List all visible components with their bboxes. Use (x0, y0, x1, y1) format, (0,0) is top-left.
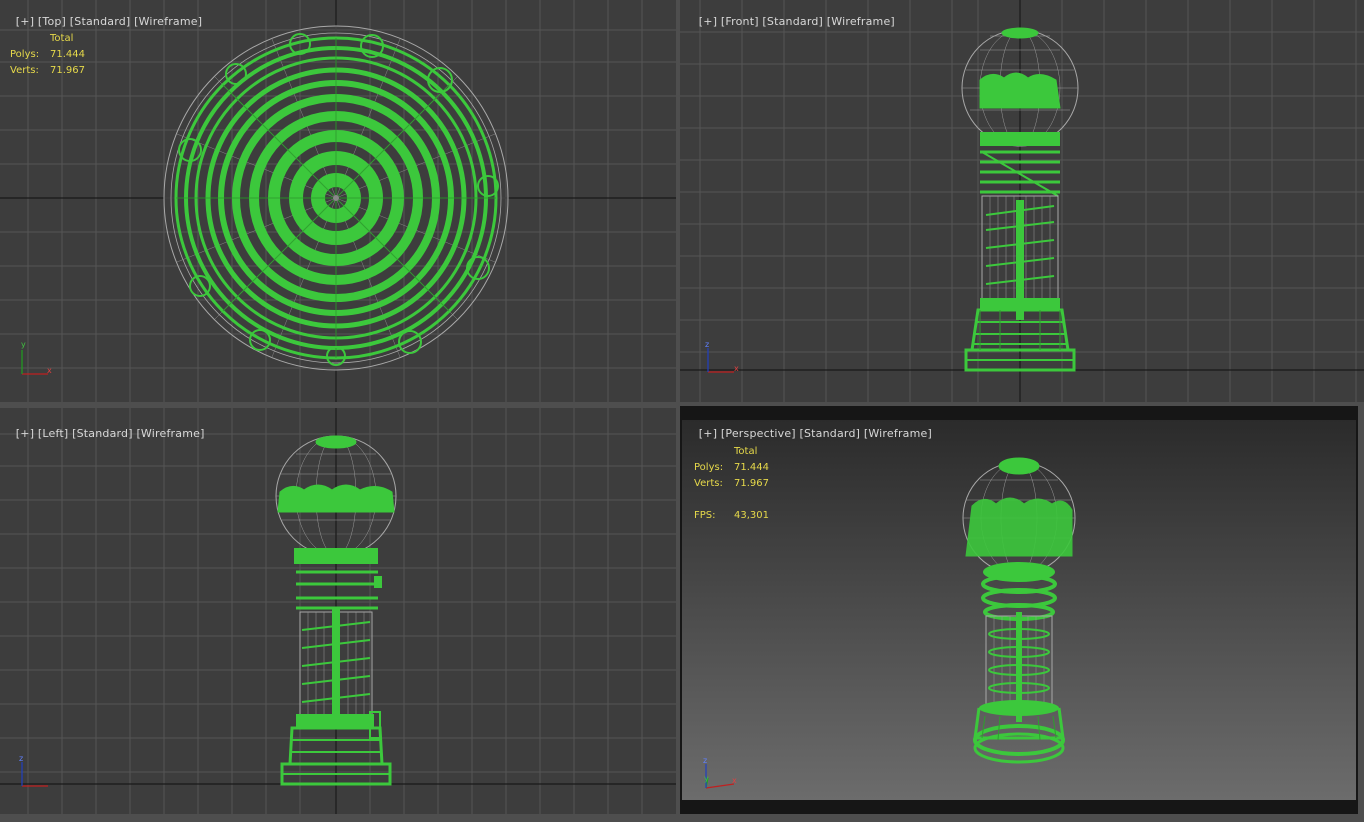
view-type-menu[interactable]: [Front] (721, 15, 759, 28)
display-mode-menu[interactable]: [Wireframe] (136, 427, 204, 440)
verts-value: 71.967 (734, 478, 769, 489)
shading-menu[interactable]: [Standard] (70, 15, 131, 28)
shading-menu[interactable]: [Standard] (762, 15, 823, 28)
viewport-menu-button[interactable]: [+] (16, 15, 34, 28)
stats-header-row: Total (10, 31, 85, 47)
model-top-wireframe[interactable] (163, 25, 509, 371)
viewport-menu-button[interactable]: [+] (16, 427, 34, 440)
viewport-front-canvas[interactable] (680, 0, 1364, 402)
polys-label: Polys: (694, 462, 724, 473)
viewport-left-canvas[interactable] (0, 408, 676, 814)
viewport-top[interactable]: [+] [Top] [Standard] [Wireframe] Total P… (0, 0, 676, 402)
verts-label: Verts: (10, 65, 39, 76)
stats-header-row: Total (694, 444, 769, 460)
stats-polys-row: Polys: 71.444 (10, 47, 85, 63)
stats-overlay-top: Total Polys: 71.444 Verts: 71.967 (10, 31, 85, 79)
axis-z-label: z (703, 756, 708, 765)
polys-value: 71.444 (734, 462, 769, 473)
verts-label: Verts: (694, 478, 723, 489)
view-type-menu[interactable]: [Top] (38, 15, 66, 28)
polys-label: Polys: (10, 49, 40, 60)
shading-menu[interactable]: [Standard] (72, 427, 133, 440)
display-mode-menu[interactable]: [Wireframe] (827, 15, 895, 28)
axis-z-label: z (705, 340, 710, 349)
view-type-menu[interactable]: [Perspective] (721, 427, 796, 440)
stats-polys-row: Polys: 71.444 (694, 460, 769, 476)
view-type-menu[interactable]: [Left] (38, 427, 68, 440)
axis-x-label: x (732, 776, 737, 785)
viewport-top-canvas[interactable] (0, 0, 676, 402)
stats-overlay-perspective: Total Polys: 71.444 Verts: 71.967 FPS: 43,3… (694, 444, 769, 524)
stats-verts-row: Verts: 71.967 (694, 476, 769, 492)
stats-header: Total (50, 33, 74, 44)
shading-menu[interactable]: [Standard] (800, 427, 861, 440)
stats-header: Total (734, 446, 758, 457)
stats-spacer (694, 492, 769, 508)
viewport-menu-button[interactable]: [+] (699, 427, 717, 440)
viewport-perspective-canvas[interactable] (680, 406, 1358, 814)
axis-y-label: y (704, 774, 709, 783)
stats-verts-row: Verts: 71.967 (10, 63, 85, 79)
polys-value: 71.444 (50, 49, 85, 60)
viewport-menu-button[interactable]: [+] (699, 15, 717, 28)
axis-z-label: z (19, 754, 24, 763)
fps-label: FPS: (694, 510, 716, 521)
stats-fps-row: FPS: 43,301 (694, 508, 769, 524)
viewport-left[interactable]: [+] [Left] [Standard] [Wireframe] z (0, 408, 676, 814)
axis-y-label: y (21, 340, 26, 349)
axis-x-label: x (47, 366, 52, 375)
verts-value: 71.967 (50, 65, 85, 76)
display-mode-menu[interactable]: [Wireframe] (864, 427, 932, 440)
fps-value: 43,301 (734, 510, 769, 521)
viewport-front[interactable]: [+] [Front] [Standard] [Wireframe] z x (680, 0, 1364, 402)
viewport-left-label[interactable]: [+] [Left] [Standard] [Wireframe] (1, 414, 205, 453)
viewport-front-label[interactable]: [+] [Front] [Standard] [Wireframe] (684, 2, 895, 41)
viewport-perspective[interactable]: [+] [Perspective] [Standard] [Wireframe]… (680, 406, 1358, 814)
axis-x-label: x (734, 364, 739, 373)
display-mode-menu[interactable]: [Wireframe] (134, 15, 202, 28)
